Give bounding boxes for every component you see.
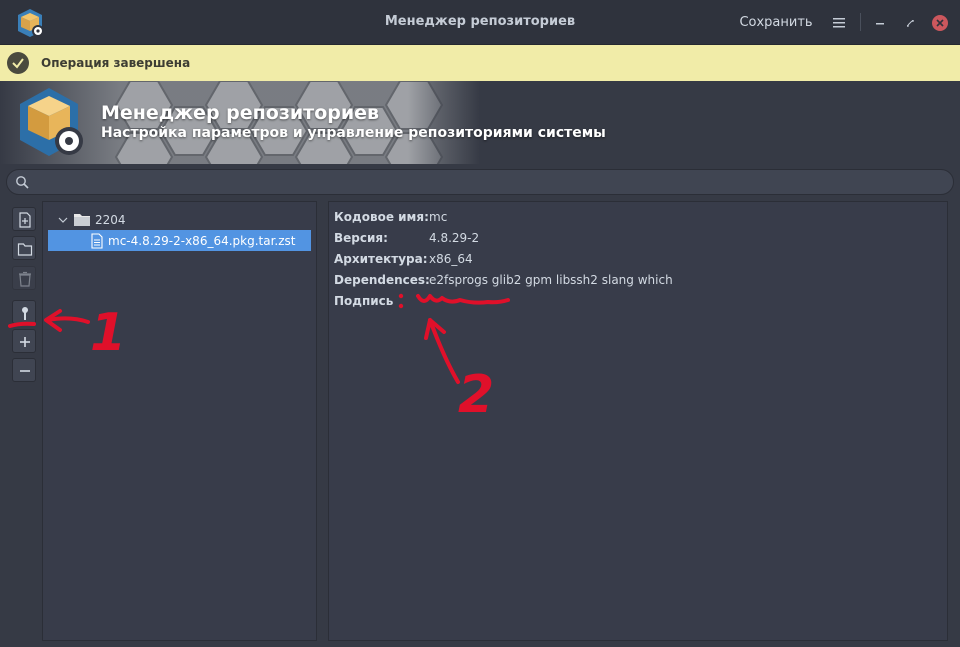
detail-key: Подпись: [334, 294, 394, 308]
add-button[interactable]: [12, 329, 36, 353]
repository-tree[interactable]: 2204 mc-4.8.29-2-x86_64.pkg.tar.zst: [42, 201, 317, 641]
notification-text: Операция завершена: [41, 56, 191, 70]
search-bar[interactable]: [6, 169, 954, 195]
detail-key: Версия:: [334, 231, 388, 245]
title-bar: Менеджер репозиториев Сохранить: [0, 0, 960, 45]
tree-node-package[interactable]: mc-4.8.29-2-x86_64.pkg.tar.zst: [48, 230, 311, 251]
maximize-icon[interactable]: [900, 13, 920, 33]
minus-icon: [20, 370, 30, 372]
detail-key: Dependences:: [334, 273, 430, 287]
save-button[interactable]: Сохранить: [734, 11, 818, 35]
tree-root-label: 2204: [95, 213, 126, 227]
titlebar-separator: [860, 13, 861, 31]
tree-node-repo[interactable]: 2204: [57, 211, 126, 229]
delete-button[interactable]: [12, 266, 36, 290]
minimize-icon[interactable]: [870, 13, 890, 33]
folder-icon: [74, 214, 90, 226]
remove-button[interactable]: [12, 358, 36, 382]
plus-icon: [20, 337, 30, 347]
package-details: Кодовое имя: mc Версия: 4.8.29-2 Архитек…: [328, 201, 948, 641]
detail-key: Архитектура:: [334, 252, 428, 266]
add-file-icon: [19, 212, 31, 228]
chevron-down-icon[interactable]: [57, 214, 69, 226]
close-button[interactable]: [932, 15, 948, 31]
detail-value: x86_64: [429, 252, 473, 266]
detail-key: Кодовое имя:: [334, 210, 429, 224]
tree-child-label: mc-4.8.29-2-x86_64.pkg.tar.zst: [108, 233, 296, 248]
repository-manager-logo: [20, 88, 83, 156]
trash-icon: [19, 271, 31, 287]
folder-icon: [17, 243, 33, 256]
open-folder-button[interactable]: [12, 236, 36, 260]
header-banner: Менеджер репозиториев Настройка параметр…: [0, 81, 960, 164]
file-icon: [91, 232, 103, 249]
banner-title: Менеджер репозиториев: [101, 102, 380, 124]
signature-key-button[interactable]: [12, 300, 36, 324]
notification-bar: Операция завершена: [0, 45, 960, 81]
search-icon: [16, 176, 29, 189]
banner-subtitle: Настройка параметров и управление репози…: [101, 125, 606, 141]
close-icon: [936, 19, 944, 27]
detail-value: 4.8.29-2: [429, 231, 480, 245]
search-input[interactable]: [35, 172, 935, 192]
detail-value: e2fsprogs glib2 gpm libssh2 slang which: [429, 273, 673, 287]
key-icon: [22, 307, 28, 320]
hamburger-menu-icon[interactable]: [828, 13, 850, 33]
underline-stroke: [8, 321, 36, 328]
checkmark-icon: [7, 52, 29, 74]
detail-value: mc: [429, 210, 448, 224]
add-file-button[interactable]: [12, 207, 36, 231]
